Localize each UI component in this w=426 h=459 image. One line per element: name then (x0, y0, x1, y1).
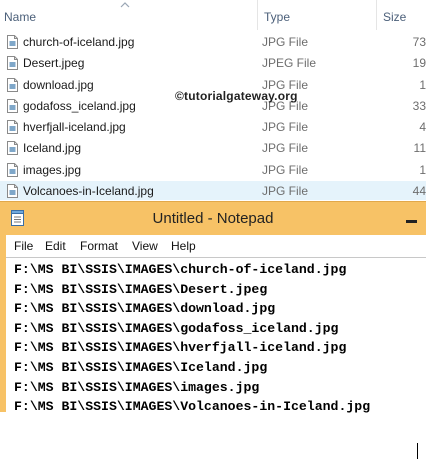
text-line: F:\MS BI\SSIS\IMAGES\Desert.jpeg (14, 281, 268, 297)
file-rows: church-of-iceland.jpg JPG File 73 Desert.jp… (0, 32, 426, 200)
file-row[interactable]: hverfjall-iceland.jpg JPG File 4 (0, 117, 426, 138)
file-name: hverfjall-iceland.jpg (23, 120, 126, 135)
text-line: F:\MS BI\SSIS\IMAGES\Volcanoes-in-Icelan… (14, 399, 371, 415)
file-name: Iceland.jpg (23, 141, 82, 156)
file-size: 44 (412, 184, 426, 199)
file-name: download.jpg (23, 77, 94, 92)
menu-file[interactable]: File (14, 239, 33, 253)
file-size: 73 (412, 35, 426, 49)
column-header-size[interactable]: Size (383, 9, 406, 25)
menu-help[interactable]: Help (171, 239, 196, 253)
text-editor-area[interactable]: F:\MS BI\SSIS\IMAGES\church-of-iceland.j… (6, 257, 426, 459)
file-size: 4 (419, 120, 426, 135)
menu-view[interactable]: View (132, 239, 158, 253)
text-line: F:\MS BI\SSIS\IMAGES\church-of-iceland.j… (14, 262, 347, 277)
file-icon (7, 35, 18, 49)
file-type: JPEG File (262, 56, 317, 71)
file-name: godafoss_iceland.jpg (23, 98, 136, 113)
text-line: F:\MS BI\SSIS\IMAGES\hverfjall-iceland.j… (14, 340, 347, 356)
minimize-icon[interactable] (398, 208, 426, 228)
file-row[interactable]: Iceland.jpg JPG File 11 (0, 138, 426, 159)
file-icon (7, 141, 18, 156)
text-line: F:\MS BI\SSIS\IMAGES\Iceland.jpg (14, 360, 268, 375)
file-type: JPG File (262, 35, 309, 49)
file-name: Volcanoes-in-Iceland.jpg (23, 184, 154, 199)
file-icon (7, 56, 18, 71)
file-name: Desert.jpeg (23, 56, 85, 71)
sort-up-arrow-icon (120, 2, 130, 8)
column-header-type[interactable]: Type (264, 9, 290, 25)
notepad-window: Untitled - Notepad File Edit Format View Hel… (0, 201, 426, 459)
text-line: F:\MS BI\SSIS\IMAGES\download.jpg (14, 301, 276, 317)
file-row[interactable]: Volcanoes-in-Iceland.jpg JPG File 44 (0, 181, 426, 200)
menu-edit[interactable]: Edit (45, 239, 66, 253)
column-header-name[interactable]: Name (4, 9, 36, 25)
watermark: ©tutorialgateway.org (175, 89, 298, 103)
column-header-bar: Name Type Size (0, 0, 426, 30)
file-type: JPG File (262, 141, 309, 156)
column-divider[interactable] (376, 0, 377, 30)
file-type: JPG File (262, 184, 309, 199)
file-size: 19 (412, 56, 426, 71)
text-caret (417, 443, 418, 459)
file-icon (7, 120, 18, 135)
menu-format[interactable]: Format (80, 239, 118, 253)
file-size: 33 (412, 98, 426, 113)
column-divider[interactable] (257, 0, 258, 30)
file-name: images.jpg (23, 162, 82, 177)
window-title: Untitled - Notepad (152, 210, 274, 227)
file-icon (7, 98, 18, 113)
file-size: 11 (413, 141, 426, 156)
file-type: JPG File (262, 162, 309, 177)
text-line: F:\MS BI\SSIS\IMAGES\godafoss_iceland.jp… (14, 320, 339, 336)
file-row[interactable]: images.jpg JPG File 1 (0, 160, 426, 181)
file-icon (7, 184, 18, 199)
menu-bar: File Edit Format View Help (6, 235, 426, 257)
file-type: JPG File (262, 120, 309, 135)
file-icon (7, 77, 18, 92)
file-size: 1 (419, 162, 426, 177)
file-icon (7, 162, 18, 177)
file-name: church-of-iceland.jpg (23, 35, 135, 49)
text-line: F:\MS BI\SSIS\IMAGES\images.jpg (14, 379, 260, 395)
file-row[interactable]: Desert.jpeg JPEG File 19 (0, 53, 426, 74)
file-row[interactable]: church-of-iceland.jpg JPG File 73 (0, 32, 426, 53)
notepad-titlebar[interactable]: Untitled - Notepad (0, 202, 426, 235)
file-size: 1 (419, 77, 426, 92)
file-explorer-list: Name Type Size church-of-iceland.jpg JPG … (0, 0, 426, 200)
